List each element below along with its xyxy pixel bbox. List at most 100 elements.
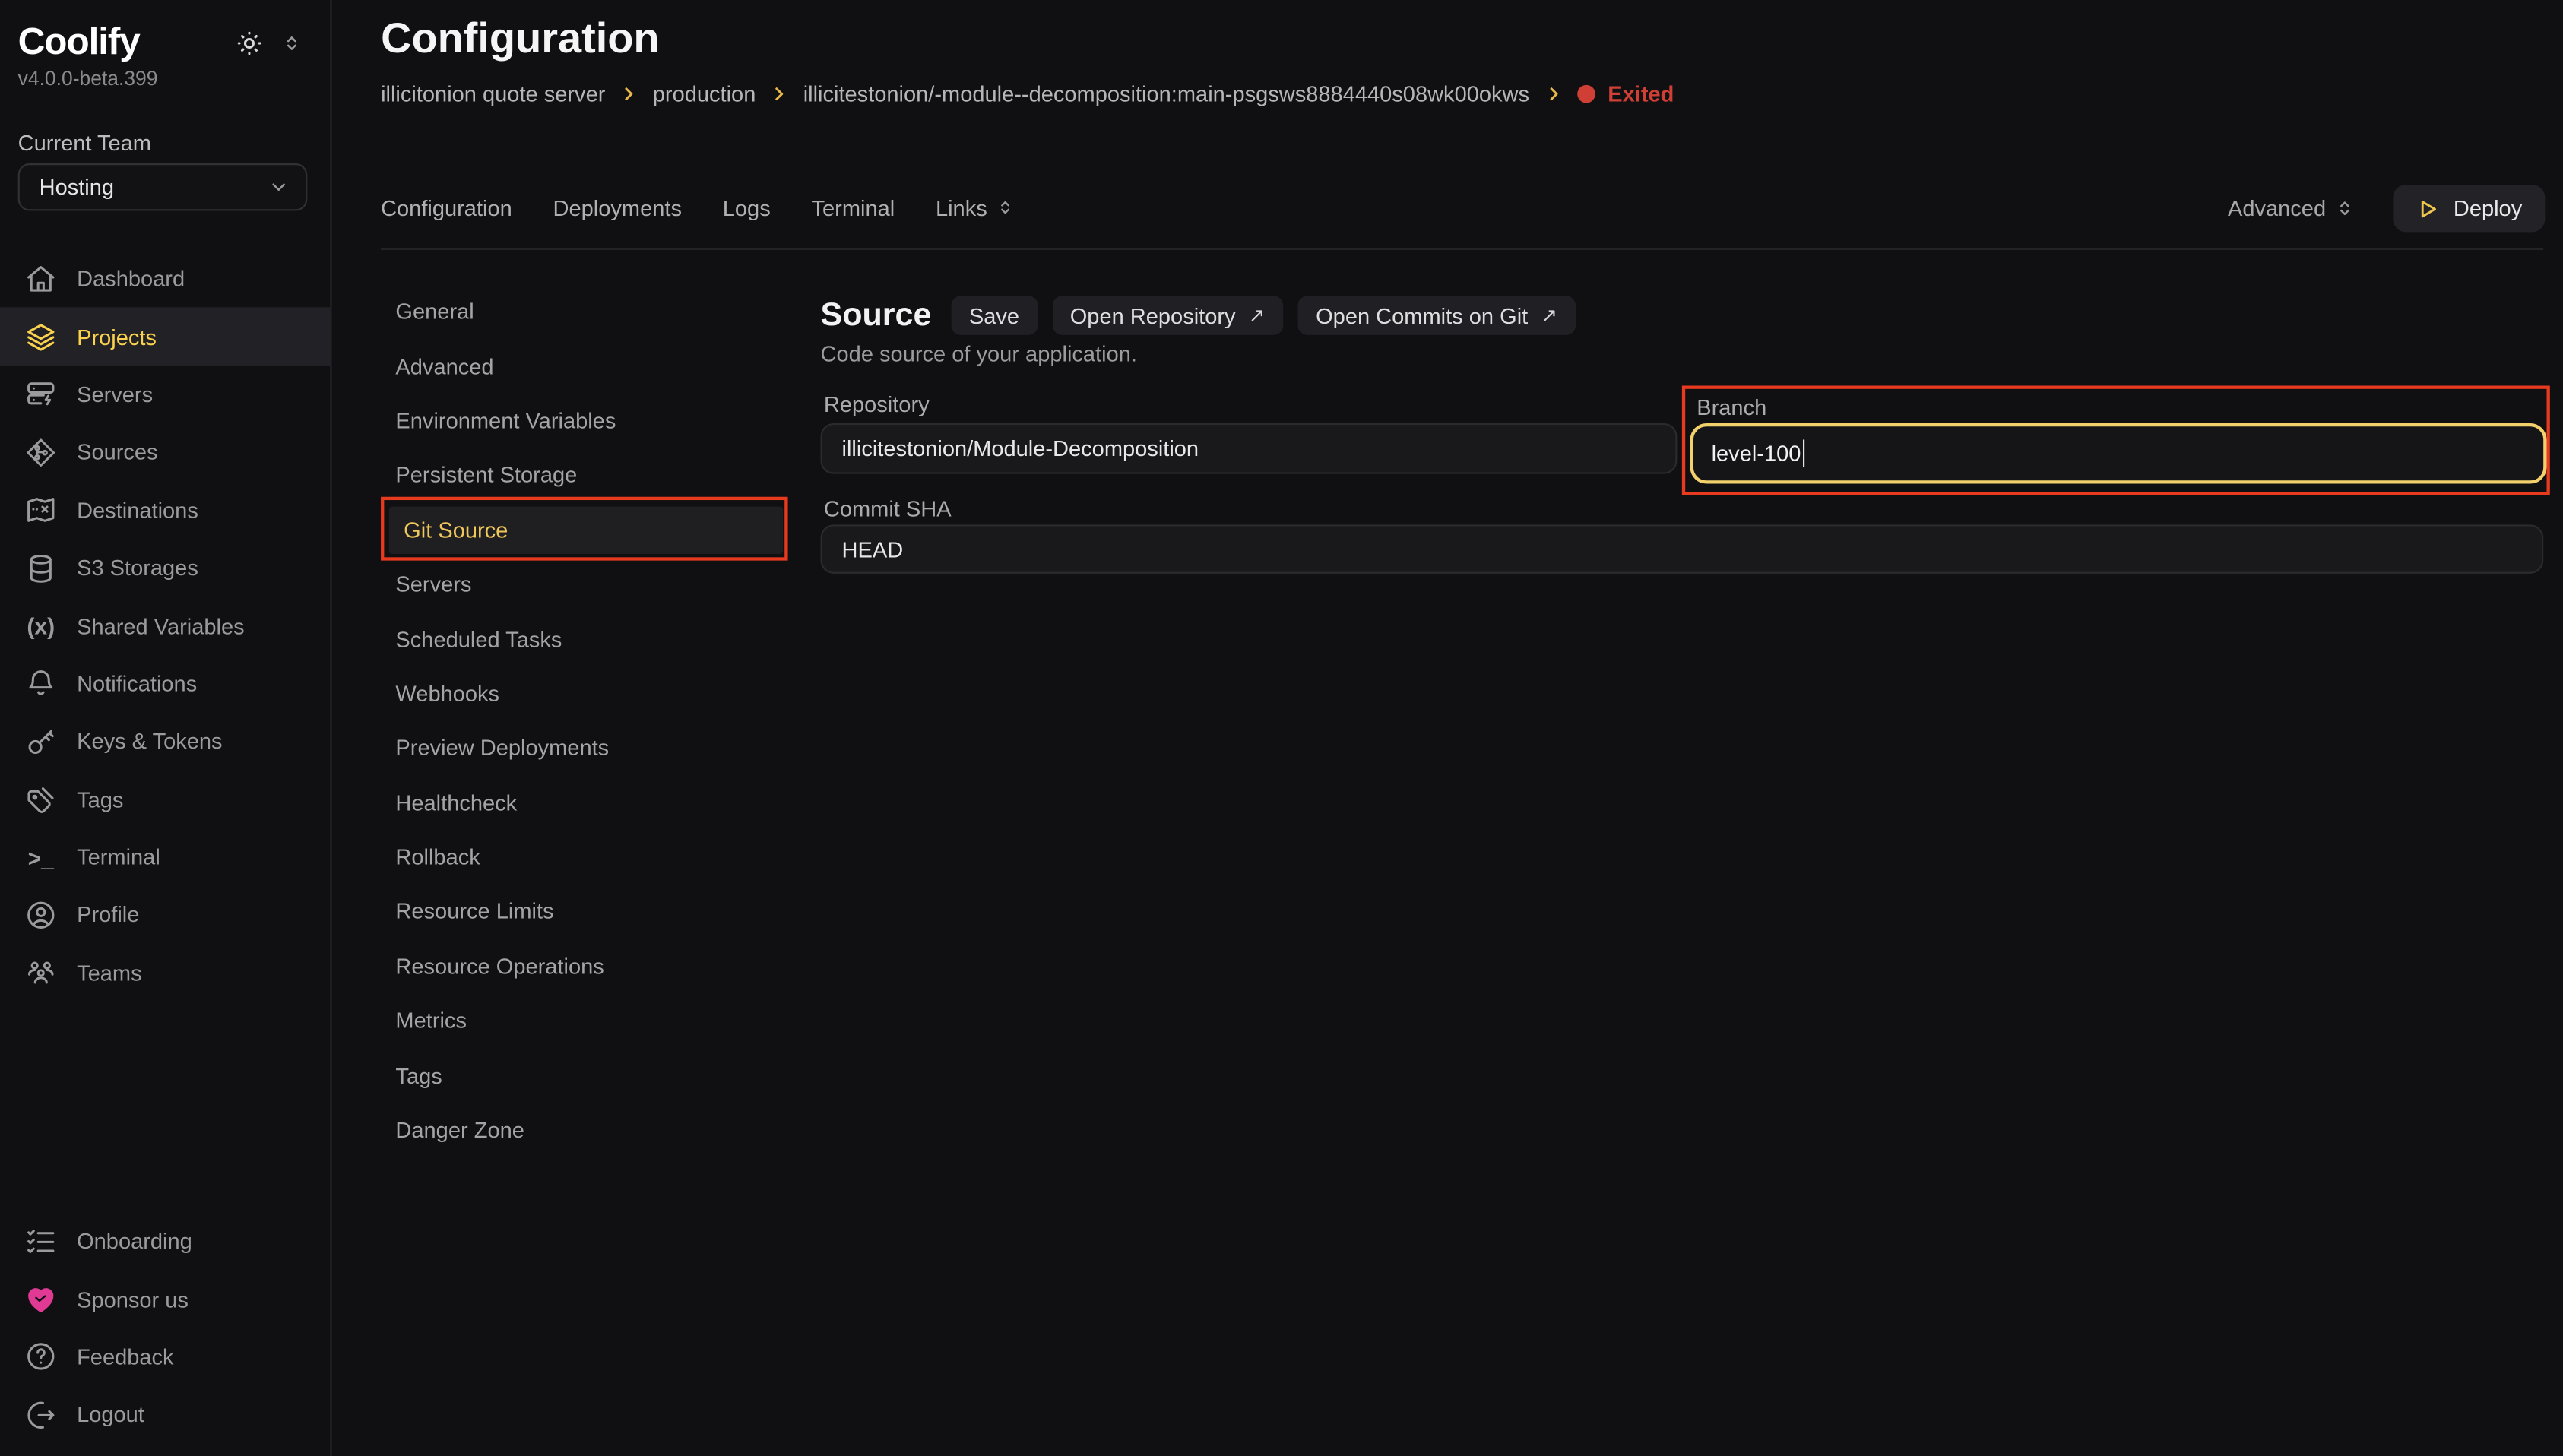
sidebar-item-projects[interactable]: Projects: [0, 308, 332, 366]
subnav-item-resource-limits[interactable]: Resource Limits: [381, 885, 787, 939]
advanced-dropdown[interactable]: Advanced: [2228, 196, 2355, 220]
subnav-item-rollback[interactable]: Rollback: [381, 830, 787, 885]
subnav-item-servers[interactable]: Servers: [381, 557, 787, 612]
header-actions: Advanced Deploy: [2228, 185, 2545, 232]
sidebar-item-sources[interactable]: Sources: [0, 423, 332, 481]
tab-terminal[interactable]: Terminal: [811, 195, 895, 220]
chevron-updown-icon: [2334, 198, 2355, 219]
coolify-app: Coolify v4.0.0-beta.399 Current Team Hos…: [0, 0, 2563, 1456]
checklist-icon: [24, 1225, 57, 1258]
current-team-label: Current Team: [18, 131, 151, 155]
sidebar-item-dashboard[interactable]: Dashboard: [0, 250, 332, 308]
status-dot-icon: [1576, 85, 1595, 103]
subnav-item-environment-variables[interactable]: Environment Variables: [381, 394, 787, 448]
status-text: Exited: [1608, 82, 1674, 106]
home-icon: [24, 263, 57, 296]
layers-icon: [24, 321, 57, 353]
branch-input[interactable]: level-100: [1690, 423, 2547, 484]
settings-subnav: General Advanced Environment Variables P…: [381, 284, 787, 1157]
chevron-right-icon: [771, 85, 789, 103]
database-icon: [24, 552, 57, 584]
sidebar-footer-nav: Onboarding Sponsor us Feedback Logout: [0, 1213, 332, 1444]
source-description: Code source of your application.: [821, 341, 1137, 366]
sidebar-item-keys-tokens[interactable]: Keys & Tokens: [0, 713, 332, 771]
bell-icon: [24, 667, 57, 700]
tab-deployments[interactable]: Deployments: [553, 195, 682, 220]
sidebar-item-teams[interactable]: Teams: [0, 944, 332, 1002]
app-version: v4.0.0-beta.399: [18, 67, 158, 90]
subnav-item-advanced[interactable]: Advanced: [381, 339, 787, 394]
play-icon: [2416, 197, 2438, 220]
repository-input[interactable]: illicitestonion/Module-Decomposition: [821, 423, 1678, 474]
sidebar-item-logout[interactable]: Logout: [0, 1386, 332, 1444]
sidebar-item-tags[interactable]: Tags: [0, 771, 332, 828]
key-icon: [24, 725, 57, 758]
sidebar-item-shared-variables[interactable]: (x) Shared Variables: [0, 597, 332, 655]
save-button[interactable]: Save: [951, 296, 1038, 335]
repository-label: Repository: [824, 392, 930, 416]
breadcrumb-resource[interactable]: illicitestonion/-module--decomposition:m…: [803, 82, 1529, 106]
deploy-button[interactable]: Deploy: [2393, 185, 2545, 232]
sidebar-item-profile[interactable]: Profile: [0, 886, 332, 944]
subnav-item-persistent-storage[interactable]: Persistent Storage: [381, 448, 787, 503]
breadcrumb-project[interactable]: illicitonion quote server: [381, 82, 605, 106]
annotation-box-branch: Branch level-100: [1682, 386, 2550, 495]
subnav-item-metrics[interactable]: Metrics: [381, 994, 787, 1049]
tab-logs[interactable]: Logs: [723, 195, 771, 220]
variables-icon: (x): [27, 613, 55, 639]
team-select-value: Hosting: [40, 175, 268, 199]
logout-icon: [24, 1399, 57, 1432]
sidebar-item-s3-storages[interactable]: S3 Storages: [0, 540, 332, 597]
subnav-item-webhooks[interactable]: Webhooks: [381, 666, 787, 721]
text-cursor: [1803, 439, 1805, 467]
external-link-icon: ↗: [1249, 304, 1266, 327]
breadcrumb: illicitonion quote server production ill…: [381, 82, 1674, 106]
subnav-item-tags[interactable]: Tags: [381, 1048, 787, 1103]
open-repository-button[interactable]: Open Repository ↗: [1052, 296, 1283, 335]
git-source-icon: [24, 436, 57, 469]
server-icon: [24, 378, 57, 411]
chevron-updown-icon: [995, 198, 1015, 217]
branch-label: Branch: [1697, 395, 1766, 419]
heart-icon: [24, 1283, 57, 1315]
divider: [381, 248, 2543, 250]
chevron-down-icon: [268, 176, 290, 198]
tag-icon: [24, 783, 57, 816]
subnav-item-scheduled-tasks[interactable]: Scheduled Tasks: [381, 612, 787, 666]
map-icon: [24, 494, 57, 527]
sidebar-item-notifications[interactable]: Notifications: [0, 655, 332, 713]
subnav-item-healthcheck[interactable]: Healthcheck: [381, 775, 787, 830]
subnav-item-git-source[interactable]: Git Source: [389, 506, 783, 553]
sidebar-item-destinations[interactable]: Destinations: [0, 481, 332, 539]
sidebar-item-terminal[interactable]: >_ Terminal: [0, 828, 332, 886]
tab-links[interactable]: Links: [936, 195, 1015, 220]
terminal-icon: >_: [28, 844, 54, 870]
subnav-item-preview-deployments[interactable]: Preview Deployments: [381, 721, 787, 776]
help-icon: [24, 1340, 57, 1373]
chevron-right-icon: [620, 85, 638, 103]
subnav-item-resource-operations[interactable]: Resource Operations: [381, 939, 787, 994]
subnav-item-general[interactable]: General: [381, 284, 787, 339]
sidebar-item-sponsor[interactable]: Sponsor us: [0, 1271, 332, 1328]
tab-bar: Configuration Deployments Logs Terminal …: [381, 185, 1015, 230]
sidebar-item-feedback[interactable]: Feedback: [0, 1328, 332, 1386]
tab-configuration[interactable]: Configuration: [381, 195, 512, 220]
status-badge: Exited: [1576, 82, 1674, 106]
source-heading: Source: [821, 296, 932, 334]
team-select[interactable]: Hosting: [18, 163, 308, 210]
source-header-row: Source Save Open Repository ↗ Open Commi…: [821, 296, 1576, 335]
theme-sun-icon[interactable]: [236, 30, 264, 58]
commit-sha-input[interactable]: HEAD: [821, 524, 2544, 574]
users-icon: [24, 957, 57, 989]
commit-sha-label: Commit SHA: [824, 497, 952, 521]
chevron-right-icon: [1544, 85, 1562, 103]
chevron-updown-icon[interactable]: [281, 33, 303, 54]
user-icon: [24, 899, 57, 932]
external-link-icon: ↗: [1541, 304, 1557, 327]
sidebar-item-onboarding[interactable]: Onboarding: [0, 1213, 332, 1271]
page-title: Configuration: [381, 13, 659, 64]
subnav-item-danger-zone[interactable]: Danger Zone: [381, 1103, 787, 1157]
open-commits-button[interactable]: Open Commits on Git ↗: [1297, 296, 1575, 335]
breadcrumb-environment[interactable]: production: [653, 82, 756, 106]
sidebar-item-servers[interactable]: Servers: [0, 366, 332, 423]
